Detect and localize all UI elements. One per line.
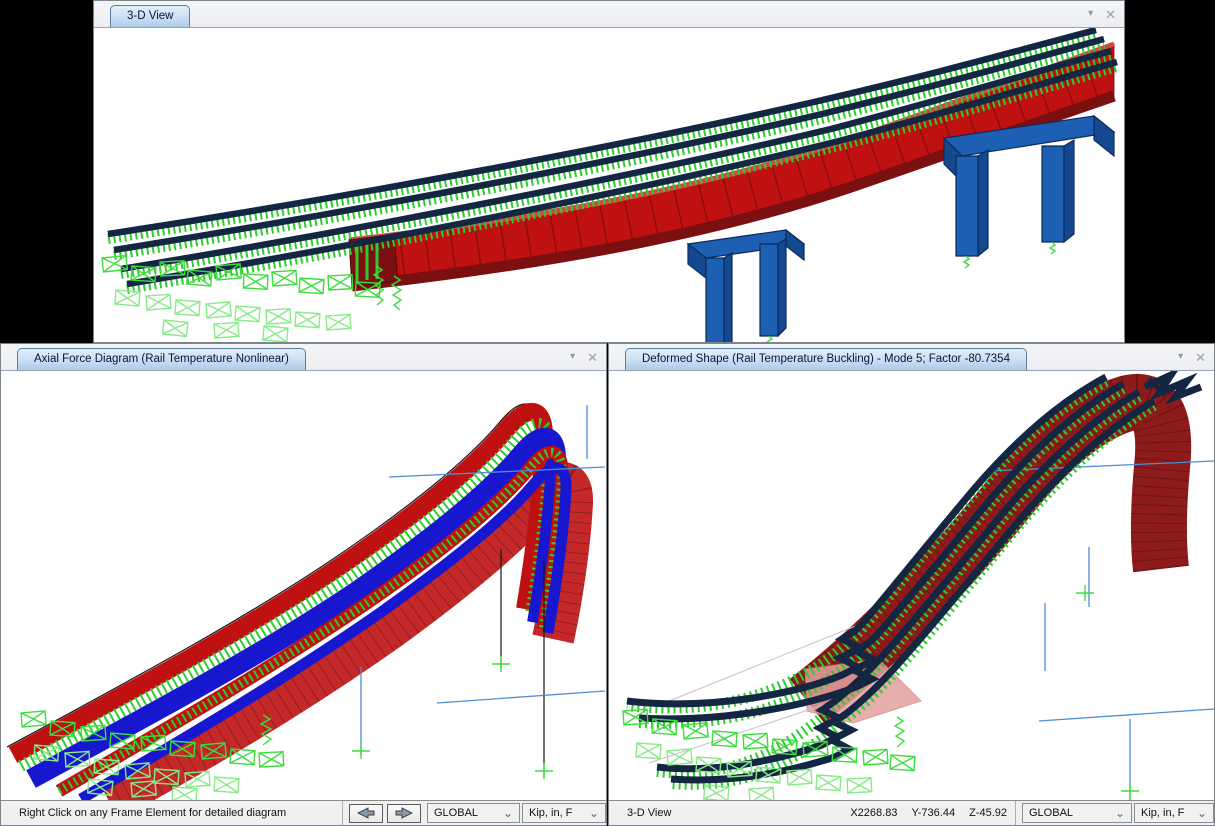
coord-system-dropdown[interactable]: GLOBAL ⌄: [427, 803, 520, 823]
window-deformed-shape: Deformed Shape (Rail Temperature Bucklin…: [608, 343, 1215, 826]
cursor-x: X2268.83: [850, 807, 897, 819]
chevron-down-icon: ⌄: [1197, 808, 1207, 818]
units-value: Kip, in, F: [1141, 807, 1191, 819]
tab-axial-force-label: Axial Force Diagram (Rail Temperature No…: [34, 353, 289, 365]
coord-system-value: GLOBAL: [1029, 807, 1109, 819]
cursor-z: Z-45.92: [969, 807, 1007, 819]
titlebar-axial-force: Axial Force Diagram (Rail Temperature No…: [1, 344, 606, 371]
window-axial-force: Axial Force Diagram (Rail Temperature No…: [0, 343, 607, 826]
left-arrow-icon: [357, 807, 375, 819]
cursor-y: Y-736.44: [911, 807, 955, 819]
minimize-icon[interactable]: ▾: [570, 352, 575, 362]
coord-system-dropdown[interactable]: GLOBAL ⌄: [1022, 803, 1132, 823]
axial-force-scene: [1, 371, 606, 800]
units-dropdown[interactable]: Kip, in, F ⌄: [522, 803, 606, 823]
units-value: Kip, in, F: [529, 807, 583, 819]
status-view-label: 3-D View: [609, 807, 671, 819]
units-dropdown[interactable]: Kip, in, F ⌄: [1134, 803, 1214, 823]
chevron-down-icon: ⌄: [503, 808, 513, 818]
pier-bent-far: [944, 116, 1114, 268]
viewport-3d-view[interactable]: [94, 28, 1124, 342]
next-button[interactable]: [387, 804, 421, 823]
window-3d-view: 3-D View ▾ ✕: [93, 0, 1125, 343]
minimize-icon[interactable]: ▾: [1088, 9, 1093, 19]
status-hint: Right Click on any Frame Element for det…: [1, 807, 286, 819]
close-icon[interactable]: ✕: [1195, 351, 1206, 364]
close-icon[interactable]: ✕: [587, 351, 598, 364]
close-icon[interactable]: ✕: [1105, 8, 1116, 21]
spring-zigzag: [895, 717, 904, 747]
tab-3d-view-label: 3-D View: [127, 10, 173, 22]
statusbar-axial: Right Click on any Frame Element for det…: [1, 800, 606, 825]
tab-3d-view[interactable]: 3-D View: [110, 5, 190, 27]
chevron-down-icon: ⌄: [1115, 808, 1125, 818]
desktop: { "colors": { "deck_red": "#bf1111", "de…: [0, 0, 1215, 826]
coord-system-value: GLOBAL: [434, 807, 497, 819]
titlebar-3d-view: 3-D View ▾ ✕: [94, 1, 1124, 28]
bridge-3d-scene: [94, 28, 1124, 342]
viewport-deformed-shape[interactable]: [609, 371, 1214, 800]
right-arrow-icon: [395, 807, 413, 819]
viewport-axial-force[interactable]: [1, 371, 606, 800]
tab-axial-force[interactable]: Axial Force Diagram (Rail Temperature No…: [17, 348, 306, 370]
pier-bent-near: [688, 230, 804, 342]
cursor-coordinates: X2268.83 Y-736.44 Z-45.92: [850, 807, 1007, 819]
chevron-down-icon: ⌄: [589, 808, 599, 818]
tab-deformed-shape-label: Deformed Shape (Rail Temperature Bucklin…: [642, 353, 1010, 365]
statusbar-deformed: 3-D View X2268.83 Y-736.44 Z-45.92 GLOBA…: [609, 800, 1214, 825]
deformed-shape-scene: [609, 371, 1214, 800]
titlebar-deformed-shape: Deformed Shape (Rail Temperature Bucklin…: [609, 344, 1214, 371]
prev-button[interactable]: [349, 804, 383, 823]
tab-deformed-shape[interactable]: Deformed Shape (Rail Temperature Bucklin…: [625, 348, 1027, 370]
minimize-icon[interactable]: ▾: [1178, 352, 1183, 362]
